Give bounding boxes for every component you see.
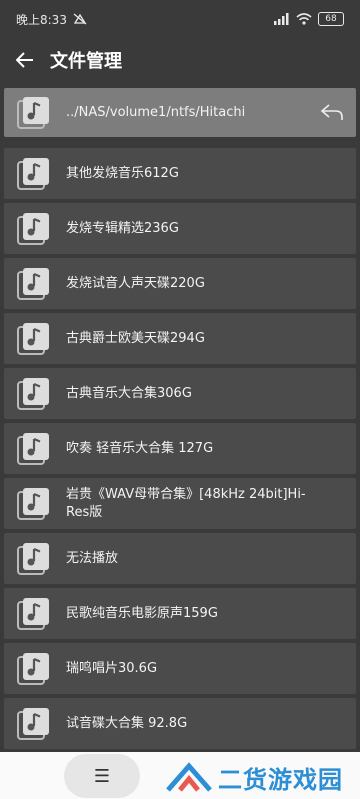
music-folder-icon — [16, 431, 52, 467]
battery-icon: 68 — [318, 12, 344, 26]
folder-label: 瑞鸣唱片30.6G — [66, 660, 158, 676]
return-icon[interactable] — [320, 102, 344, 122]
music-folder-icon — [16, 266, 52, 302]
signal-icon — [274, 13, 289, 25]
folder-label: 无法播放 — [66, 550, 119, 566]
folder-row[interactable]: 发烧试音人声天碟220G — [4, 258, 356, 309]
back-button[interactable] — [0, 38, 50, 82]
folder-row[interactable]: 古典爵士欧美天碟294G — [4, 313, 356, 364]
music-folder-icon — [16, 486, 52, 522]
folder-label: 发烧专辑精选236G — [66, 220, 179, 236]
folder-label: 古典音乐大合集306G — [66, 385, 192, 401]
wifi-icon — [296, 13, 312, 25]
folder-label: 民歌纯音乐电影原声159G — [66, 605, 218, 621]
music-folder-icon — [16, 541, 52, 577]
folder-label: 发烧试音人声天碟220G — [66, 275, 205, 291]
watermark-text: 二货游戏园 — [218, 766, 343, 794]
folder-row[interactable]: 试音碟大合集 92.8G — [4, 698, 356, 749]
folder-row[interactable]: 瑞鸣唱片30.6G — [4, 643, 356, 694]
arrow-left-icon — [16, 52, 33, 68]
folder-label: 古典爵士欧美天碟294G — [66, 330, 205, 346]
menu-icon: ☰ — [93, 765, 111, 787]
folder-label: 其他发烧音乐612G — [66, 165, 179, 181]
status-bar: 晚上8:33 68 — [0, 0, 360, 38]
folder-row[interactable]: 岩贵《WAV母带合集》[48kHz 24bit]Hi-Res版 — [4, 478, 356, 529]
app-bar: 文件管理 — [0, 38, 360, 82]
file-list[interactable]: ../NAS/volume1/ntfs/Hitachi 其他发烧音乐612G 发烧… — [4, 88, 356, 752]
notification-muted-icon — [73, 13, 87, 25]
watermark-logo — [166, 762, 212, 792]
current-path: ../NAS/volume1/ntfs/Hitachi — [66, 104, 246, 120]
music-folder-icon — [16, 596, 52, 632]
folder-row[interactable]: 吹奏 轻音乐大合集 127G — [4, 423, 356, 474]
folder-row[interactable]: 无法播放 — [4, 533, 356, 584]
status-left: 晚上8:33 — [16, 11, 87, 28]
music-folder-icon — [16, 376, 52, 412]
page-title: 文件管理 — [50, 51, 122, 72]
music-folder-icon — [16, 156, 52, 192]
status-time: 晚上8:33 — [16, 12, 67, 27]
folder-row[interactable]: 发烧专辑精选236G — [4, 203, 356, 254]
music-folder-icon — [16, 651, 52, 687]
current-path-row[interactable]: ../NAS/volume1/ntfs/Hitachi — [4, 88, 356, 137]
music-folder-icon — [16, 211, 52, 247]
menu-button[interactable]: ☰ — [64, 754, 140, 798]
folder-label: 试音碟大合集 92.8G — [66, 715, 188, 731]
folder-label: 岩贵《WAV母带合集》[48kHz 24bit]Hi-Res版 — [66, 486, 306, 520]
music-folder-icon — [16, 321, 52, 357]
folder-row[interactable]: 民歌纯音乐电影原声159G — [4, 588, 356, 639]
music-folder-icon — [16, 95, 52, 131]
status-right: 68 — [274, 12, 344, 26]
music-folder-icon — [16, 706, 52, 742]
folder-row[interactable]: 古典音乐大合集306G — [4, 368, 356, 419]
folder-row[interactable]: 其他发烧音乐612G — [4, 148, 356, 199]
folder-label: 吹奏 轻音乐大合集 127G — [66, 440, 214, 456]
